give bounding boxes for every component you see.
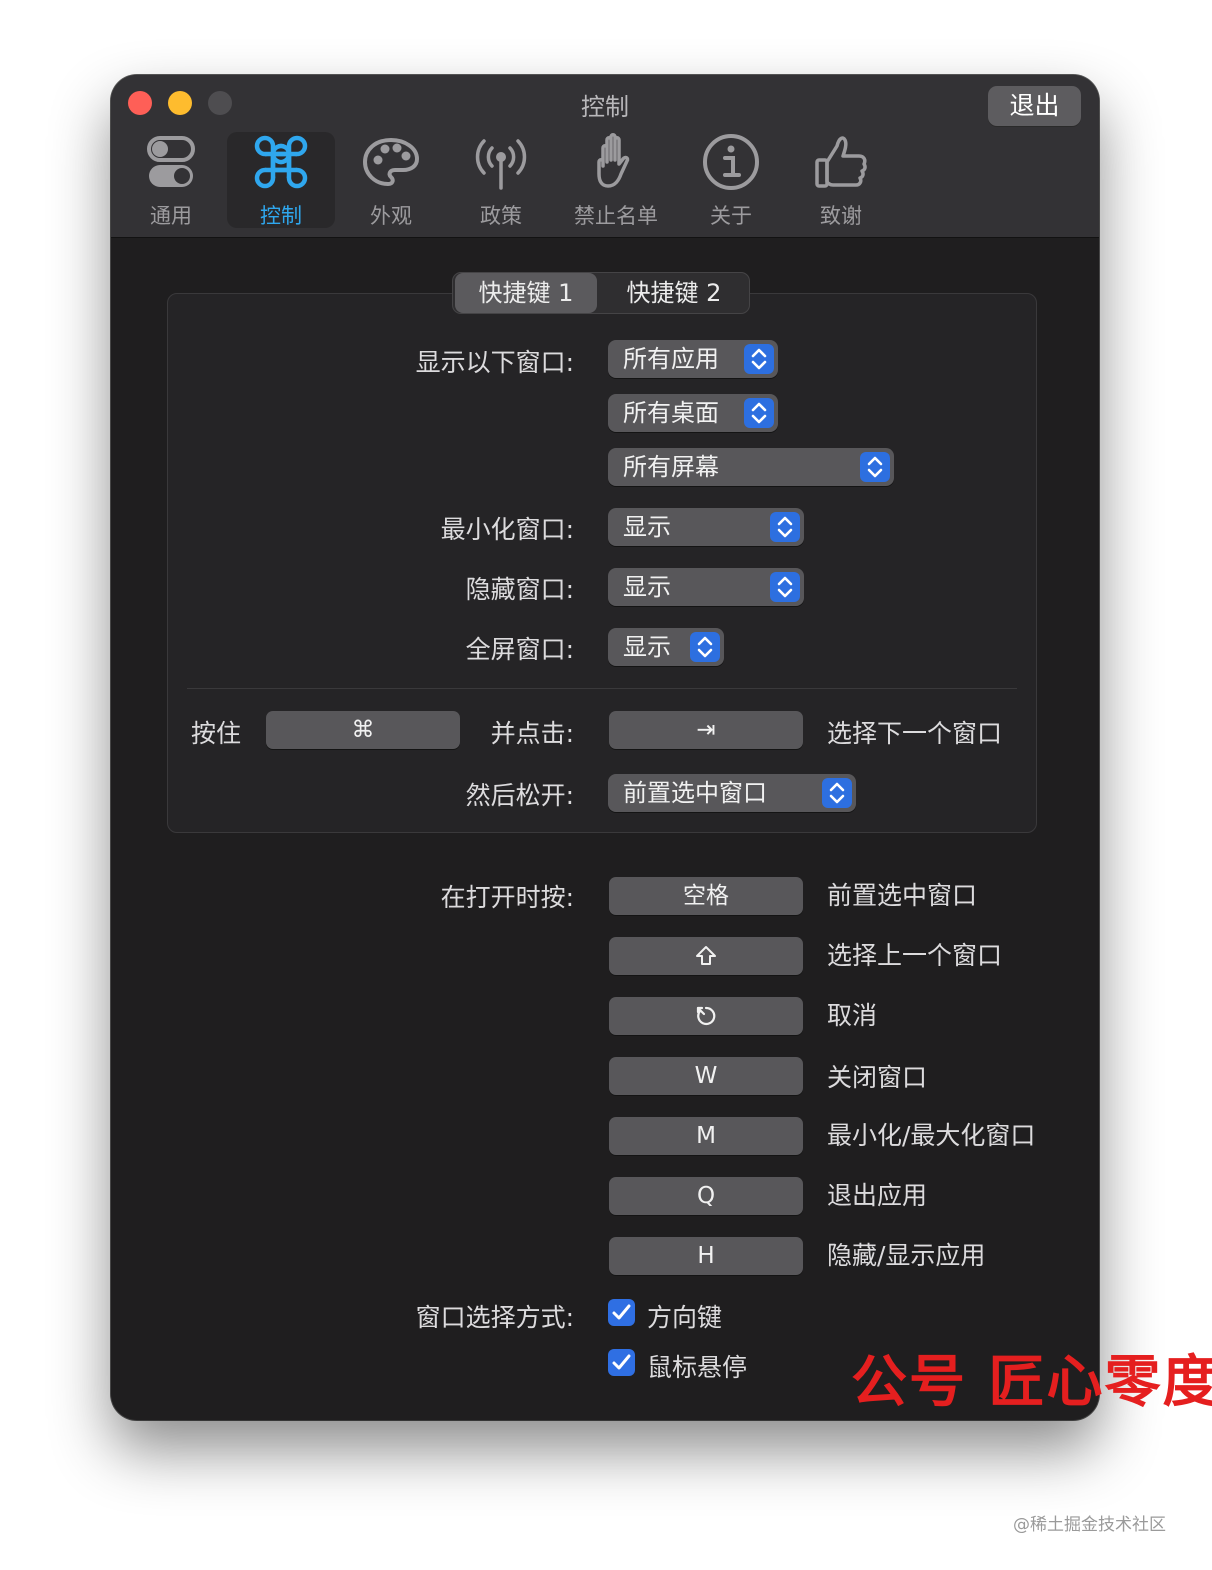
screen-filter-value: 所有屏幕	[623, 453, 719, 481]
desktop-filter-value: 所有桌面	[623, 399, 719, 427]
tab-label: 关于	[710, 204, 752, 228]
while-open-label: 在打开时按:	[440, 883, 574, 912]
tab-label: 控制	[260, 204, 302, 228]
arrow-keys-checkbox[interactable]	[608, 1299, 635, 1326]
quit-button[interactable]: 退出	[988, 86, 1081, 126]
section-divider	[187, 688, 1017, 689]
release-action-value: 前置选中窗口	[623, 779, 767, 807]
minimized-windows-label: 最小化窗口:	[440, 515, 574, 544]
key-description: 选择上一个窗口	[827, 941, 1003, 970]
key-description: 最小化/最大化窗口	[827, 1121, 1036, 1150]
tab-label: 致谢	[820, 204, 862, 228]
fullscreen-windows-value: 显示	[623, 633, 671, 661]
hidden-windows-select[interactable]: 显示	[608, 568, 804, 606]
tab-thanks[interactable]: 致谢	[787, 132, 895, 228]
title-bar: 控制 退出 通用 控制 外观 政策 禁止名单 关于 致谢	[111, 75, 1099, 238]
tab-policy[interactable]: 政策	[447, 132, 555, 228]
checkmark-icon	[612, 1304, 631, 1320]
tab-shortcut-1[interactable]: 快捷键 1	[455, 273, 597, 313]
shift-arrow-icon	[696, 946, 716, 965]
chevron-up-down-icon	[744, 398, 774, 428]
shift-key-button[interactable]	[609, 937, 803, 975]
fullscreen-windows-select[interactable]: 显示	[608, 628, 724, 666]
hidden-windows-label: 隐藏窗口:	[465, 575, 574, 604]
tab-label: 政策	[480, 204, 522, 228]
tab-shortcut-2[interactable]: 快捷键 2	[603, 273, 745, 313]
credit-text: @稀土掘金技术社区	[1013, 1515, 1166, 1535]
chevron-up-down-icon	[860, 452, 890, 482]
app-filter-select[interactable]: 所有应用	[608, 340, 778, 378]
tab-appearance[interactable]: 外观	[337, 132, 445, 228]
q-key-button[interactable]: Q	[609, 1177, 803, 1215]
palette-icon	[362, 137, 420, 187]
w-key-button[interactable]: W	[609, 1057, 803, 1095]
key-description: 关闭窗口	[827, 1063, 928, 1092]
space-key-button[interactable]: 空格	[609, 877, 803, 915]
chevron-up-down-icon	[770, 512, 800, 542]
shortcut-group-box	[167, 293, 1037, 833]
minimized-windows-select[interactable]: 显示	[608, 508, 804, 546]
key-description: 前置选中窗口	[827, 881, 978, 910]
info-circle-icon	[703, 134, 759, 190]
trigger-description: 选择下一个窗口	[827, 719, 1003, 748]
checkmark-icon	[612, 1354, 631, 1370]
tab-blocklist[interactable]: 禁止名单	[557, 132, 675, 228]
m-key-button[interactable]: M	[609, 1117, 803, 1155]
tab-label: 通用	[150, 204, 192, 228]
hidden-windows-value: 显示	[623, 573, 671, 601]
mouse-hover-label: 鼠标悬停	[647, 1353, 748, 1382]
chevron-up-down-icon	[690, 632, 720, 662]
and-click-label: 并点击:	[490, 719, 574, 748]
key-description: 隐藏/显示应用	[827, 1241, 986, 1270]
preferences-window: 控制 退出 通用 控制 外观 政策 禁止名单 关于 致谢 快捷键 1 快捷键 2…	[111, 75, 1099, 1420]
escape-key-button[interactable]	[609, 997, 803, 1035]
tab-about[interactable]: 关于	[677, 132, 785, 228]
h-key-button[interactable]: H	[609, 1237, 803, 1275]
then-release-label: 然后松开:	[465, 781, 574, 810]
mouse-hover-checkbox[interactable]	[608, 1349, 635, 1376]
app-filter-value: 所有应用	[623, 345, 719, 373]
hold-label: 按住	[191, 719, 242, 748]
tab-label: 外观	[370, 204, 412, 228]
command-key-icon	[254, 135, 308, 189]
release-action-select[interactable]: 前置选中窗口	[608, 774, 856, 812]
screen-filter-select[interactable]: 所有屏幕	[608, 448, 894, 486]
modifier-key-recorder[interactable]: ⌘	[266, 711, 460, 749]
toggle-switch-icon	[147, 136, 195, 187]
key-description: 取消	[827, 1001, 878, 1030]
chevron-up-down-icon	[744, 344, 774, 374]
minimized-windows-value: 显示	[623, 513, 671, 541]
key-description: 退出应用	[827, 1181, 928, 1210]
selection-method-label: 窗口选择方式:	[415, 1303, 574, 1332]
tab-general[interactable]: 通用	[117, 132, 225, 228]
chevron-up-down-icon	[822, 778, 852, 808]
chevron-up-down-icon	[770, 572, 800, 602]
escape-icon	[696, 1006, 716, 1026]
control-settings-pane: 快捷键 1 快捷键 2 显示以下窗口: 所有应用 所有桌面 所有屏幕 最小化窗口…	[111, 238, 1099, 1420]
fullscreen-windows-label: 全屏窗口:	[465, 635, 574, 664]
broadcast-antenna-icon	[475, 139, 527, 190]
shortcut-segmented-control: 快捷键 1 快捷键 2	[452, 272, 750, 314]
watermark-text: 公号 匠心零度	[851, 1350, 1212, 1415]
trigger-key-recorder[interactable]: ⇥	[609, 711, 803, 749]
thumbs-up-icon	[815, 136, 867, 188]
tab-control[interactable]: 控制	[227, 132, 335, 228]
window-title: 控制	[581, 93, 629, 121]
show-windows-label: 显示以下窗口:	[415, 348, 574, 377]
arrow-keys-label: 方向键	[647, 1303, 723, 1332]
tab-label: 禁止名单	[574, 204, 658, 228]
desktop-filter-select[interactable]: 所有桌面	[608, 394, 778, 432]
hand-stop-icon	[597, 133, 630, 188]
